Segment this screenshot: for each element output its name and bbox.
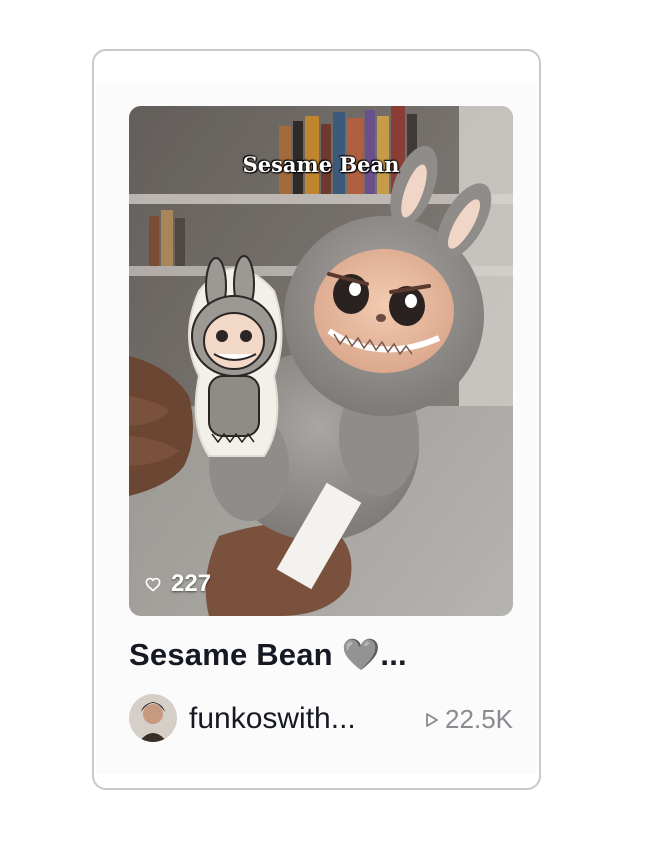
video-title[interactable]: Sesame Bean 🩶... [129, 636, 519, 673]
author-name[interactable]: funkoswith... [189, 702, 356, 736]
video-meta: funkoswith... 22.5K [129, 694, 519, 744]
heart-outline-icon [145, 577, 161, 592]
play-outline-icon [425, 712, 439, 728]
author-avatar[interactable] [129, 694, 177, 742]
video-thumbnail[interactable]: Sesame Bean 227 [129, 106, 513, 616]
likes-count: 227 [145, 570, 211, 598]
thumbnail-caption: Sesame Bean [242, 152, 400, 177]
likes-value: 227 [171, 570, 212, 597]
views-value: 22.5K [445, 704, 513, 734]
thumbnail-image [129, 106, 513, 616]
view-count: 22.5K [425, 704, 513, 735]
